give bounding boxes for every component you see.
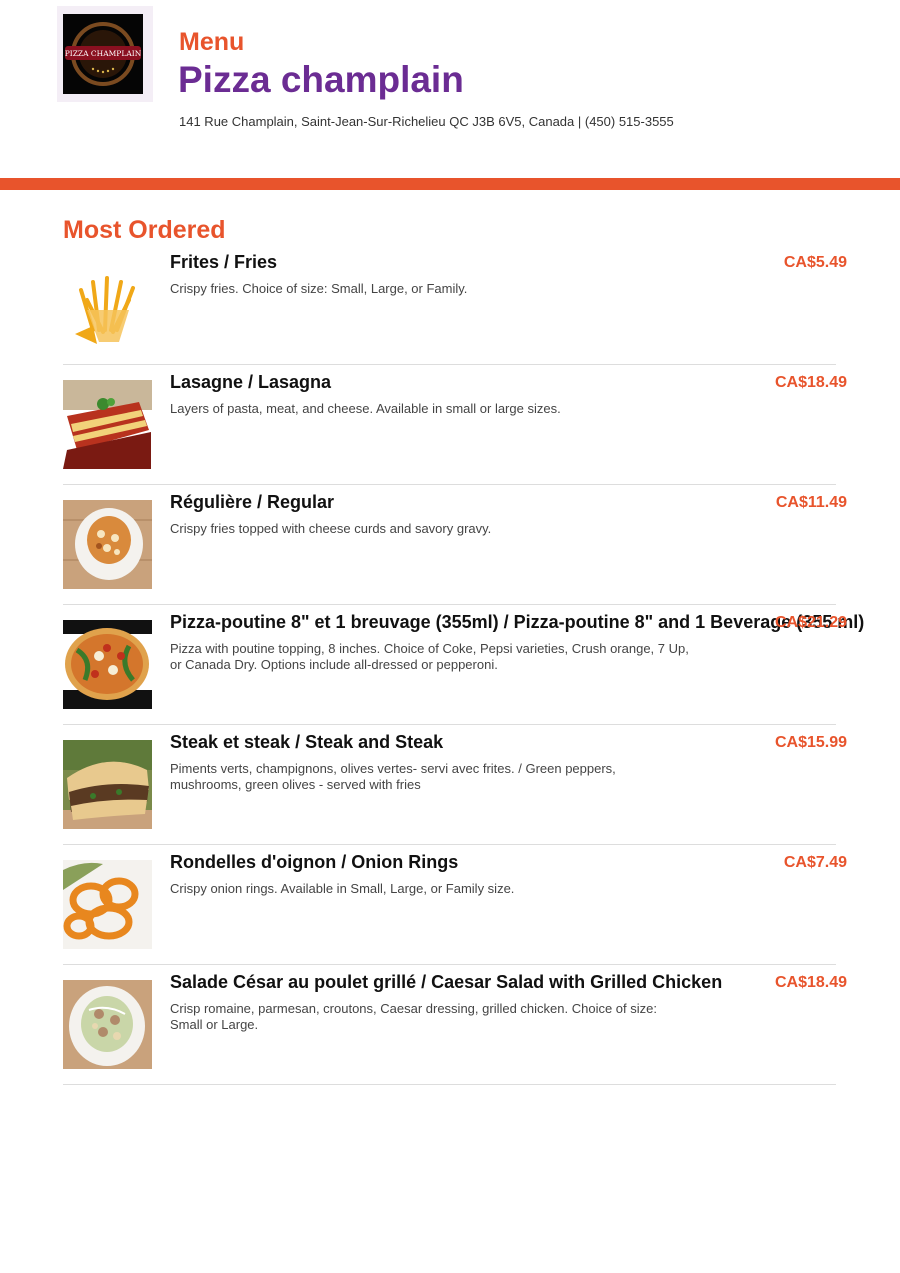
menu-label: Menu [179,28,245,56]
pizza-logo-icon: PIZZA CHAMPLAIN [63,14,143,94]
caesar-salad-photo-icon [63,980,152,1069]
item-description: Layers of pasta, meat, and cheese. Avail… [170,401,561,416]
item-name: Steak et steak / Steak and Steak [170,732,444,752]
item-name: Pizza-poutine 8" et 1 breuvage (355ml) /… [170,612,865,632]
menu-item-caesar-salad[interactable]: Salade César au poulet grillé / Caesar S… [63,966,847,1085]
item-description: Crispy fries topped with cheese curds an… [170,521,492,536]
logo-frame: PIZZA CHAMPLAIN [57,6,153,102]
item-price: CA$18.49 [774,974,847,991]
item-name: Régulière / Regular [170,492,335,512]
poutine-photo-icon [63,500,152,589]
item-price: CA$5.49 [783,254,847,271]
item-description: Crispy onion rings. Available in Small, … [170,881,515,896]
item-description: Crisp romaine, parmesan, croutons, Caesa… [170,1001,657,1032]
item-description: Piments verts, champignons, olives verte… [170,761,616,792]
restaurant-name: Pizza champlain [178,59,464,100]
item-description: Pizza with poutine topping, 8 inches. Ch… [170,641,689,672]
lasagna-photo-icon [63,380,152,469]
fries-photo-icon [63,260,152,349]
item-price: CA$11.49 [775,494,847,511]
item-description: Crispy fries. Choice of size: Small, Lar… [170,281,468,296]
item-name: Frites / Fries [170,252,278,272]
item-price: CA$18.49 [774,374,847,391]
logo-text: PIZZA CHAMPLAIN [65,49,142,58]
header: PIZZA CHAMPLAIN Menu Pizza champlain 141… [0,0,900,178]
item-price: CA$7.49 [783,854,847,871]
restaurant-address: 141 Rue Champlain, Saint-Jean-Sur-Richel… [179,114,674,129]
onion-rings-photo-icon [63,860,152,949]
menu-item-steak[interactable]: Steak et steak / Steak and Steak Piments… [63,726,847,845]
item-name: Rondelles d'oignon / Onion Rings [170,852,459,872]
item-name: Lasagne / Lasagna [170,372,332,392]
menu-item-regular-poutine[interactable]: Régulière / Regular Crispy fries topped … [63,486,847,605]
menu-item-fries[interactable]: Frites / Fries Crispy fries. Choice of s… [63,246,847,365]
item-name: Salade César au poulet grillé / Caesar S… [170,972,723,992]
item-price: CA$21.29 [774,614,847,631]
menu-page: PIZZA CHAMPLAIN Menu Pizza champlain 141… [0,0,900,1273]
section-title: Most Ordered [63,216,226,244]
pizza-poutine-photo-icon [63,620,152,709]
menu-item-lasagna[interactable]: Lasagne / Lasagna Layers of pasta, meat,… [63,366,847,485]
item-price: CA$15.99 [774,734,847,751]
logo: PIZZA CHAMPLAIN [63,14,143,94]
menu-item-onion-rings[interactable]: Rondelles d'oignon / Onion Rings Crispy … [63,846,847,965]
menu-item-pizza-poutine[interactable]: Pizza-poutine 8" et 1 breuvage (355ml) /… [63,606,864,725]
steak-sandwich-photo-icon [63,740,152,829]
menu-items-list: Frites / Fries Crispy fries. Choice of s… [63,246,864,1086]
header-divider-bar [0,178,900,190]
